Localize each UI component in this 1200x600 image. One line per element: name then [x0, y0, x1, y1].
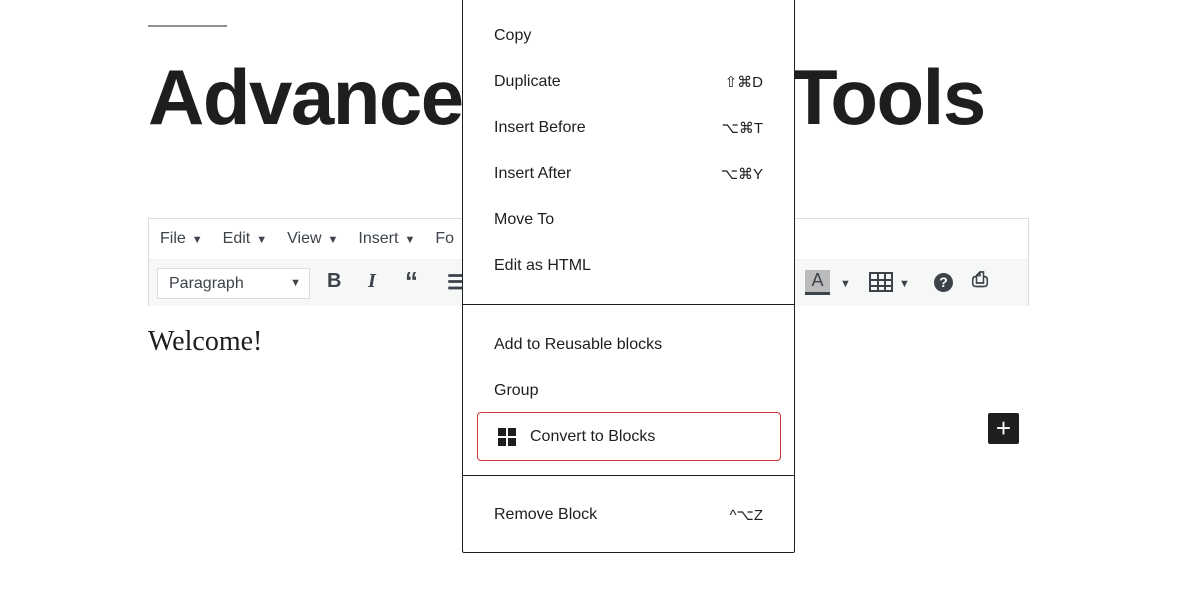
- menu-item-convert-to-blocks[interactable]: Convert to Blocks: [498, 425, 763, 449]
- post-title-end[interactable]: Tools: [790, 52, 986, 142]
- title-separator: [148, 25, 227, 27]
- menu-insert[interactable]: Insert ▼: [358, 230, 415, 248]
- text-color-icon[interactable]: A: [805, 270, 830, 295]
- menu-edit[interactable]: Edit ▼: [223, 230, 267, 248]
- format-select[interactable]: Paragraph ▼: [157, 268, 310, 299]
- menu-item-copy[interactable]: Copy: [494, 24, 763, 48]
- menu-item-insert-before[interactable]: Insert Before ⌥⌘T: [494, 116, 763, 140]
- menu-item-group[interactable]: Group: [494, 379, 763, 403]
- help-icon[interactable]: ?: [934, 273, 953, 292]
- blocks-grid-icon: [498, 428, 516, 446]
- menu-item-move-to[interactable]: Move To: [494, 208, 763, 232]
- table-caret-icon[interactable]: ▼: [899, 278, 910, 290]
- bold-icon[interactable]: B: [327, 270, 341, 293]
- add-block-button[interactable]: +: [988, 413, 1019, 444]
- menu-format[interactable]: Fo: [435, 230, 454, 248]
- post-title[interactable]: Advance: [148, 52, 464, 142]
- media-icon[interactable]: ⎙: [972, 269, 988, 292]
- block-options-menu: Copy Duplicate ⇧⌘D Insert Before ⌥⌘T Inser…: [462, 0, 795, 553]
- menu-item-insert-after[interactable]: Insert After ⌥⌘Y: [494, 162, 763, 186]
- menu-item-remove-block[interactable]: Remove Block ^⌥Z: [494, 503, 763, 527]
- menu-item-duplicate[interactable]: Duplicate ⇧⌘D: [494, 70, 763, 94]
- italic-icon[interactable]: I: [368, 270, 376, 293]
- menu-divider: [463, 304, 794, 305]
- blockquote-icon[interactable]: “: [405, 266, 418, 297]
- table-icon[interactable]: [869, 272, 893, 292]
- menu-divider: [463, 475, 794, 476]
- menu-file[interactable]: File ▼: [160, 230, 203, 248]
- menu-view[interactable]: View ▼: [287, 230, 338, 248]
- paragraph-welcome[interactable]: Welcome!: [148, 326, 262, 358]
- menu-item-add-reusable[interactable]: Add to Reusable blocks: [494, 333, 763, 357]
- menu-item-edit-as-html[interactable]: Edit as HTML: [494, 254, 763, 278]
- text-color-caret-icon[interactable]: ▼: [840, 278, 851, 290]
